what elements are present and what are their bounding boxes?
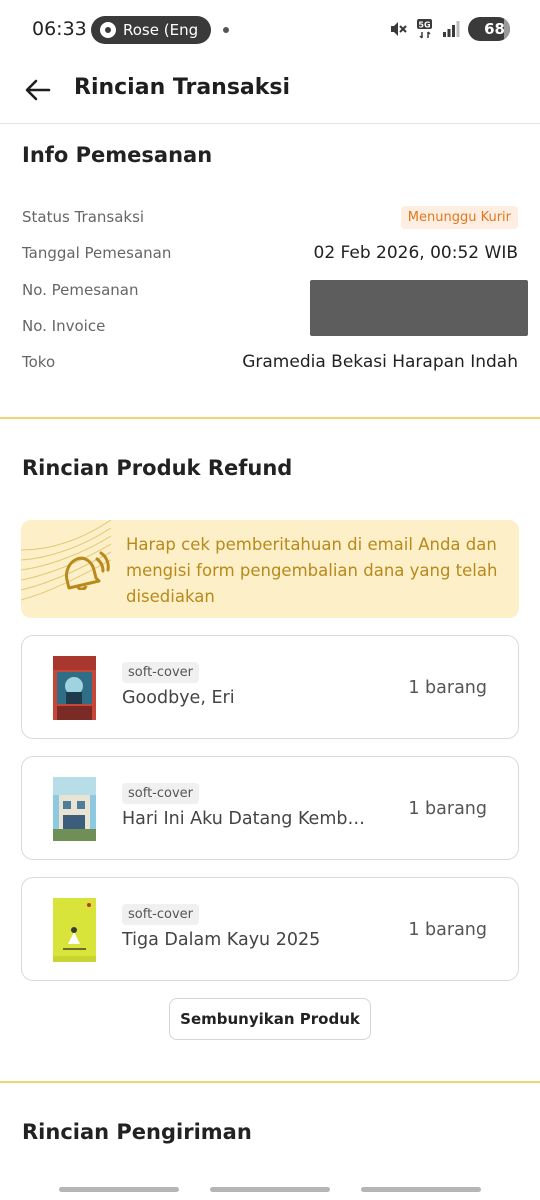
app-header: Rincian Transaksi: [0, 60, 540, 124]
nav-gesture-pill[interactable]: [210, 1187, 330, 1192]
media-label: Rose (Eng: [123, 21, 199, 39]
notice-text: Harap cek pemberitahuan di email Anda da…: [126, 535, 498, 606]
order-date-value: 02 Feb 2026, 00:52 WIB: [313, 243, 519, 263]
shipping-section-title: Rincian Pengiriman: [22, 1120, 252, 1144]
product-quantity: 1 barang: [408, 678, 487, 698]
info-label: No. Invoice: [22, 317, 106, 335]
info-label: Status Transaksi: [22, 208, 145, 226]
media-disc-icon: [100, 22, 116, 38]
info-label: No. Pemesanan: [22, 281, 139, 299]
product-card[interactable]: soft-cover Tiga Dalam Kayu 2025 1 barang: [21, 877, 519, 981]
refund-notice-banner: Harap cek pemberitahuan di email Anda da…: [21, 520, 519, 618]
status-bar: 06:33 Rose (Eng 5G 68: [0, 0, 540, 60]
mute-vibrate-icon: [388, 19, 408, 39]
status-time: 06:33: [32, 18, 87, 40]
info-row-status: Status Transaksi Menunggu Kurir: [22, 204, 518, 230]
redacted-block: [310, 280, 528, 336]
book-cover-image: [53, 898, 96, 962]
svg-text:5G: 5G: [418, 21, 430, 30]
battery-level: 68: [484, 20, 505, 38]
section-divider: [0, 1081, 540, 1083]
product-quantity: 1 barang: [408, 799, 487, 819]
format-tag: soft-cover: [122, 662, 199, 683]
info-row-date: Tanggal Pemesanan 02 Feb 2026, 00:52 WIB: [22, 240, 518, 266]
info-label: Toko: [22, 353, 56, 371]
product-card[interactable]: soft-cover Goodbye, Eri 1 barang: [21, 635, 519, 739]
info-label: Tanggal Pemesanan: [22, 244, 172, 262]
format-tag: soft-cover: [122, 904, 199, 925]
hide-products-button[interactable]: Sembunyikan Produk: [169, 998, 371, 1040]
nav-gesture-pill[interactable]: [59, 1187, 179, 1192]
cellular-signal-icon: [442, 20, 460, 38]
format-tag: soft-cover: [122, 783, 199, 804]
info-row-store: Toko Gramedia Bekasi Harapan Indah: [22, 349, 518, 375]
book-cover-image: [53, 777, 96, 841]
refund-section-title: Rincian Produk Refund: [22, 456, 293, 480]
status-badge: Menunggu Kurir: [400, 205, 518, 229]
product-card[interactable]: soft-cover Hari Ini Aku Datang Kembali 1…: [21, 756, 519, 860]
product-quantity: 1 barang: [408, 920, 487, 940]
nav-gesture-pill[interactable]: [361, 1187, 481, 1192]
page-title: Rincian Transaksi: [74, 75, 291, 100]
product-title: Tiga Dalam Kayu 2025: [122, 930, 321, 950]
arrow-left-icon: [25, 79, 51, 101]
media-notification-chip[interactable]: Rose (Eng: [91, 16, 211, 44]
store-name-value: Gramedia Bekasi Harapan Indah: [242, 352, 518, 372]
order-info-title: Info Pemesanan: [22, 143, 213, 167]
book-cover-image: [53, 656, 96, 720]
product-title: Goodbye, Eri: [122, 688, 235, 708]
5g-signal-icon: 5G: [416, 18, 434, 40]
back-button[interactable]: [20, 72, 56, 108]
product-title: Hari Ini Aku Datang Kembali: [122, 809, 367, 829]
battery-indicator: 68: [468, 17, 510, 41]
section-divider: [0, 417, 540, 419]
system-icons: 5G 68: [388, 17, 510, 41]
notification-dot: [223, 27, 229, 33]
bell-ringing-icon: [65, 551, 110, 590]
